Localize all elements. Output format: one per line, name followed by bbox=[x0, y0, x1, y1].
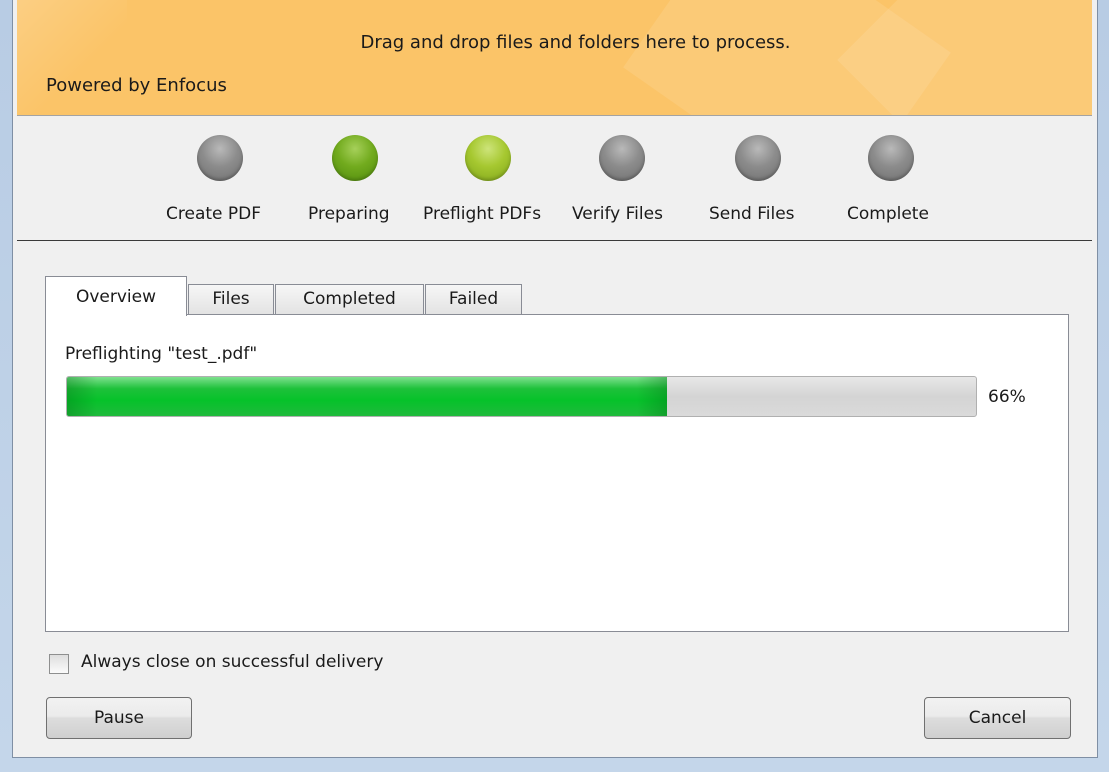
step-status-indicator bbox=[735, 135, 781, 181]
step-label: Preparing bbox=[308, 204, 390, 224]
workflow-steps: Create PDF Preparing Preflight PDFs Veri… bbox=[17, 115, 1092, 241]
step-status-indicator bbox=[197, 135, 243, 181]
overview-panel: Preflighting "test_.pdf" 66% bbox=[45, 314, 1069, 632]
step-status-indicator bbox=[332, 135, 378, 181]
progress-fill bbox=[67, 377, 667, 416]
pause-button[interactable]: Pause bbox=[46, 697, 192, 739]
step-label: Preflight PDFs bbox=[423, 204, 542, 224]
tab-files[interactable]: Files bbox=[188, 284, 274, 314]
step-status-indicator bbox=[465, 135, 511, 181]
always-close-label[interactable]: Always close on successful delivery bbox=[81, 652, 383, 672]
tab-failed[interactable]: Failed bbox=[425, 284, 522, 314]
drop-zone[interactable]: Drag and drop files and folders here to … bbox=[17, 0, 1092, 115]
always-close-checkbox[interactable] bbox=[49, 654, 69, 674]
status-text: Preflighting "test_.pdf" bbox=[65, 344, 258, 364]
step-label: Send Files bbox=[709, 204, 795, 224]
powered-by-label: Powered by Enfocus bbox=[46, 75, 227, 96]
progress-percent: 66% bbox=[988, 387, 1026, 407]
step-label: Verify Files bbox=[572, 204, 663, 224]
drop-instructions: Drag and drop files and folders here to … bbox=[360, 32, 791, 53]
banner-decoration bbox=[17, 0, 127, 115]
step-label: Complete bbox=[847, 204, 929, 224]
tab-completed[interactable]: Completed bbox=[275, 284, 424, 314]
step-status-indicator bbox=[868, 135, 914, 181]
step-label: Create PDF bbox=[166, 204, 262, 224]
cancel-button[interactable]: Cancel bbox=[924, 697, 1071, 739]
step-status-indicator bbox=[599, 135, 645, 181]
tab-overview[interactable]: Overview bbox=[45, 276, 187, 316]
progress-bar bbox=[66, 376, 977, 417]
